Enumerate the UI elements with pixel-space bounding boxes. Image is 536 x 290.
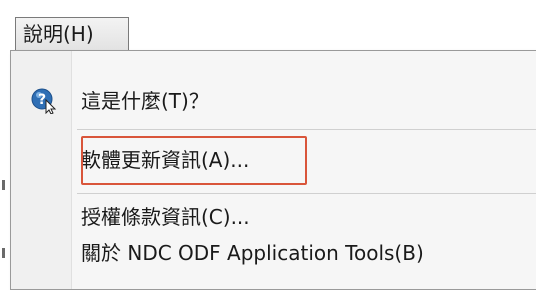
menu-item-license-info[interactable]: 授權條款資訊(C)...: [81, 198, 250, 236]
help-dropdown-menu: ? 這是什麼(T)？ 軟體更新資訊(A)... 授權條款資訊(C)... 關於 …: [10, 50, 536, 290]
menu-help[interactable]: 說明(H): [15, 17, 129, 51]
icon-gutter: [11, 51, 71, 289]
menu-item-software-update-info[interactable]: 軟體更新資訊(A)...: [81, 141, 249, 179]
menu-item-about[interactable]: 關於 NDC ODF Application Tools(B): [81, 234, 424, 272]
svg-text:?: ?: [38, 92, 46, 108]
background-edge-mark: [2, 180, 5, 190]
background-edge-mark: [2, 248, 5, 258]
gutter-separator: [71, 51, 72, 289]
menu-item-whats-this[interactable]: 這是什麼(T)？: [81, 82, 209, 120]
help-pointer-icon: ?: [31, 88, 57, 114]
menu-separator: [77, 129, 536, 130]
menu-separator: [77, 193, 536, 194]
